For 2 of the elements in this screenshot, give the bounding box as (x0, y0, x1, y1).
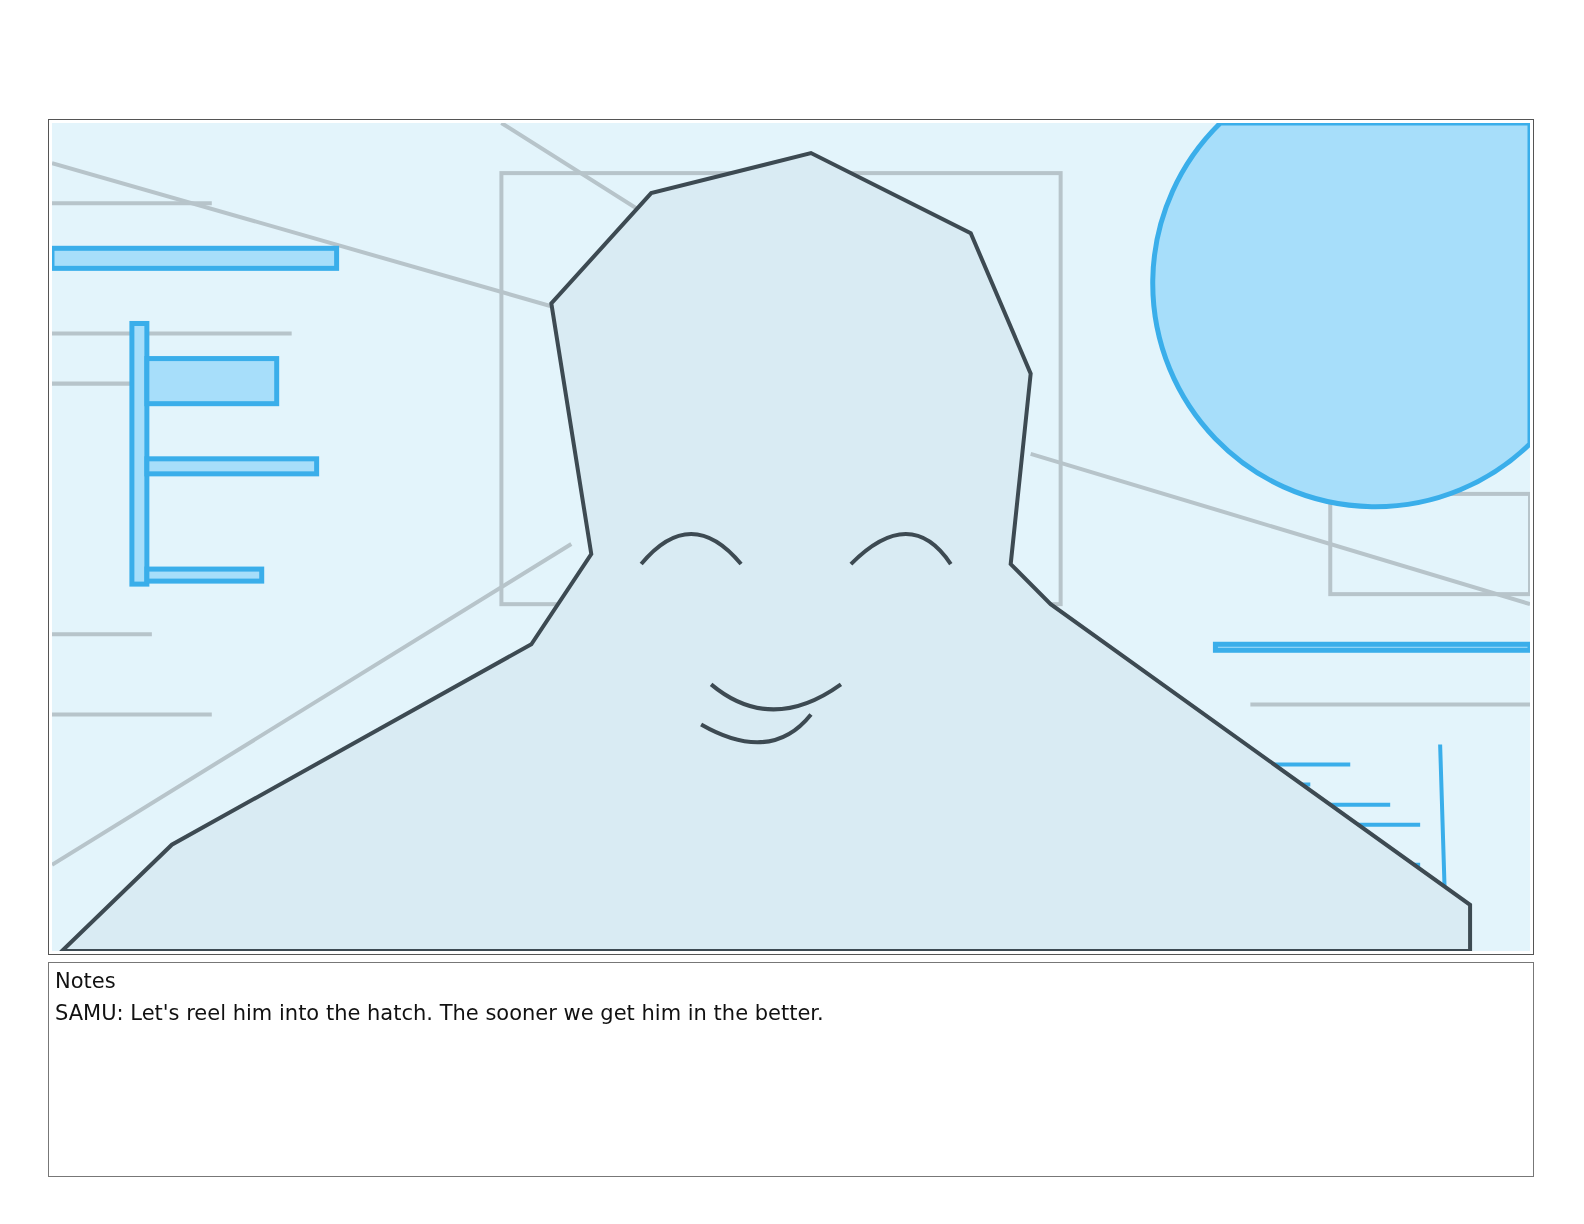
notes-text: SAMU: Let's reel him into the hatch. The sooner we get him in the better. (55, 1001, 825, 1025)
notes-label: Notes (55, 969, 117, 993)
